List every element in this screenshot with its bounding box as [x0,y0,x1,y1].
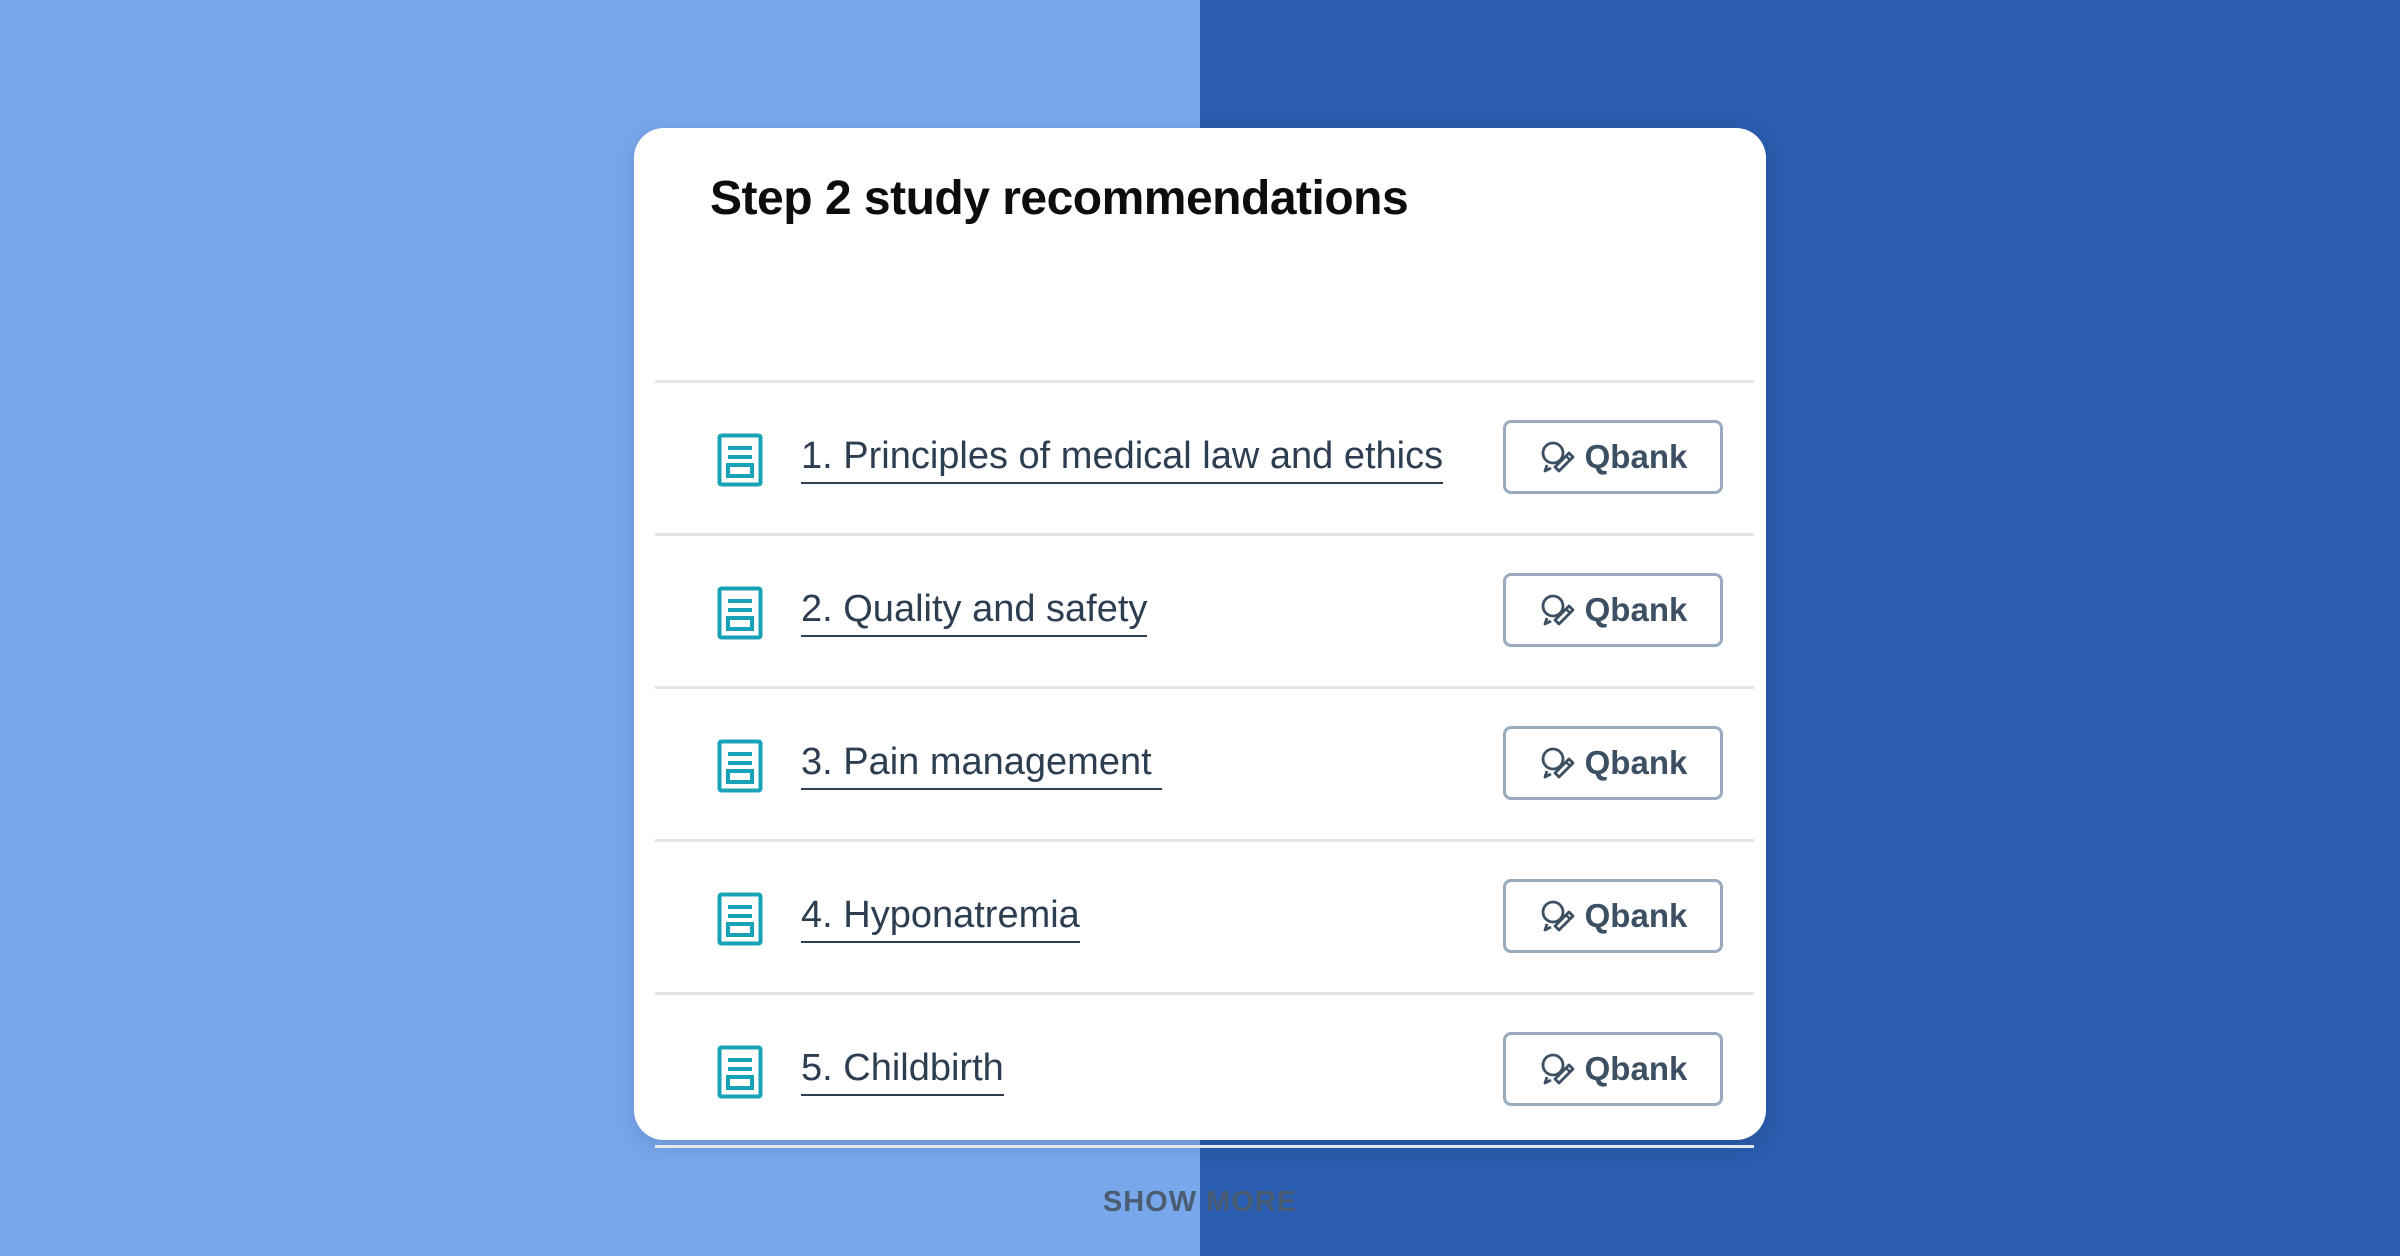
pencil-bubble-icon [1541,747,1575,779]
qbank-button-label: Qbank [1584,1050,1688,1087]
topic-link[interactable]: 3. Pain management [801,739,1163,790]
document-icon [717,586,763,640]
recommendation-row: 3. Pain management Qbank [655,689,1754,839]
pencil-bubble-icon [1541,900,1575,932]
pencil-bubble-icon [1541,441,1575,473]
pencil-bubble-icon [1541,1053,1575,1085]
qbank-button-label: Qbank [1584,897,1688,934]
qbank-button[interactable]: Qbank [1503,1032,1723,1106]
qbank-button-label: Qbank [1584,591,1688,628]
qbank-button-label: Qbank [1584,438,1688,475]
qbank-button[interactable]: Qbank [1503,420,1723,494]
document-icon [717,739,763,793]
document-icon [717,892,763,946]
topic-link[interactable]: 4. Hyponatremia [801,892,1080,943]
card-title: Step 2 study recommendations [710,172,1409,225]
recommendation-row: 4. Hyponatremia Qbank [655,842,1754,992]
qbank-button[interactable]: Qbank [1503,726,1723,800]
topic-link[interactable]: 1. Principles of medical law and ethics [801,433,1444,484]
recommendation-row: 5. Childbirth Qbank [655,995,1754,1145]
qbank-button[interactable]: Qbank [1503,573,1723,647]
recommendation-row: 2. Quality and safety Qbank [655,536,1754,686]
document-icon [717,1045,763,1099]
divider [655,1145,1754,1148]
study-recommendations-card: Step 2 study recommendations 1. Principl… [634,128,1766,1218]
topic-link[interactable]: 5. Childbirth [801,1045,1004,1096]
pencil-bubble-icon [1541,594,1575,626]
show-more-button[interactable]: SHOW MORE [634,1186,1766,1219]
recommendation-row: 1. Principles of medical law and ethics … [655,383,1754,533]
document-icon [717,433,763,487]
qbank-button[interactable]: Qbank [1503,879,1723,953]
topic-link[interactable]: 2. Quality and safety [801,586,1148,637]
qbank-button-label: Qbank [1584,744,1688,781]
